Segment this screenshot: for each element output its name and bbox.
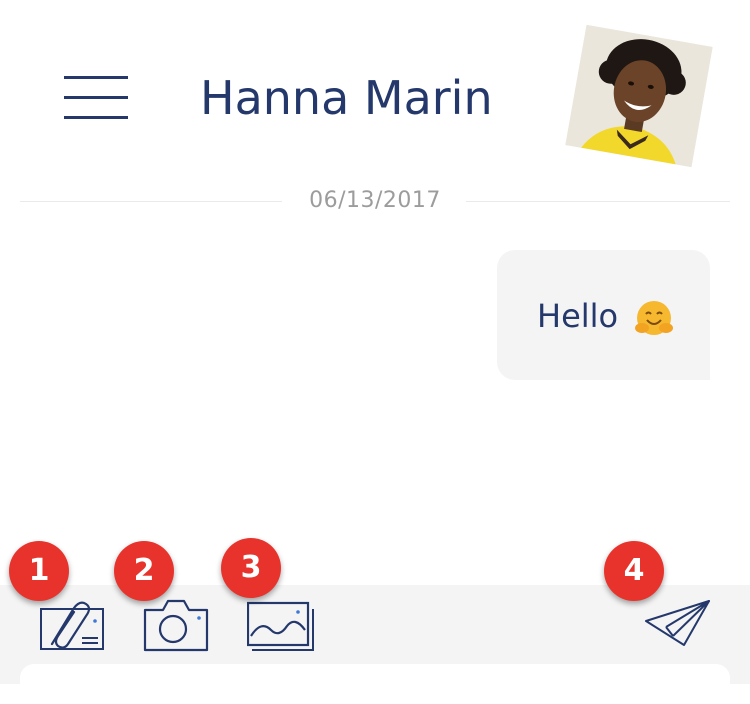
tool-badge-4: 4 [604,541,664,601]
avatar[interactable] [565,24,713,168]
attachment-icon [40,601,104,650]
send-icon [645,600,710,646]
menu-icon[interactable] [62,72,130,124]
gallery-icon [246,601,314,651]
message-content: Hello [537,297,674,338]
camera-icon [143,599,209,652]
hugging-face-icon [635,301,674,335]
avatar-photo [565,24,713,168]
message-input[interactable] [20,664,730,704]
chat-header: Hanna Marin [0,0,750,190]
date-divider: 06/13/2017 [20,186,730,218]
camera-button[interactable] [143,598,209,652]
tool-badge-2: 2 [114,541,174,601]
message-text: Hello [537,297,619,335]
gallery-button[interactable] [246,600,315,654]
divider-line-right [466,201,730,202]
tool-badge-1: 1 [9,541,69,601]
send-button[interactable] [644,598,712,648]
message-bubble[interactable]: Hello [497,250,710,380]
attachment-button[interactable] [40,600,106,652]
contact-name: Hanna Marin [200,71,493,125]
tool-badge-3: 3 [221,538,281,598]
